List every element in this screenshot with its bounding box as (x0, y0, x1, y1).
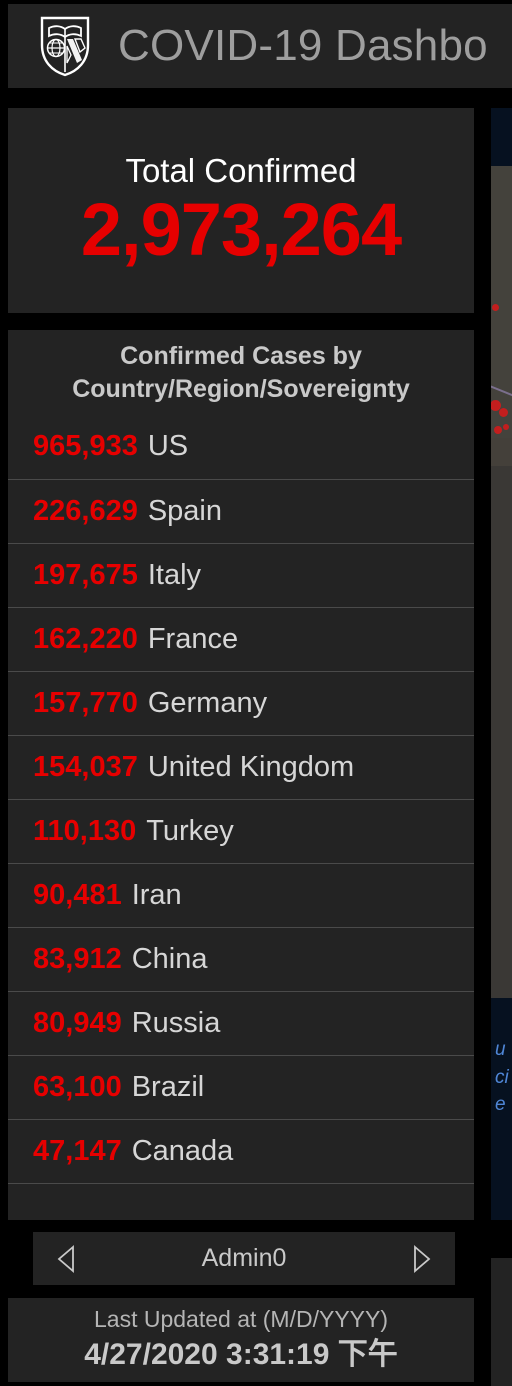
map-landmass (491, 166, 512, 466)
map-case-marker[interactable] (492, 304, 499, 311)
table-row[interactable]: 162,220 France (8, 606, 474, 671)
row-country-name: Iran (131, 878, 182, 911)
list-title: Confirmed Cases by Country/Region/Sovere… (8, 330, 474, 415)
row-country-name: US (147, 430, 189, 462)
world-map-panel[interactable]: u ci e (491, 108, 512, 1220)
row-case-count: 965,933 (33, 430, 138, 462)
table-row[interactable]: 83,912 China (8, 926, 474, 991)
total-confirmed-value: 2,973,264 (80, 187, 402, 271)
map-link-line2: ci (495, 1066, 509, 1088)
admin-level-pager[interactable]: Admin0 (33, 1232, 455, 1285)
map-source-link[interactable]: u ci e (495, 1036, 512, 1119)
row-country-name: Canada (131, 1134, 234, 1167)
map-landmass-lower (491, 438, 512, 998)
row-case-count: 157,770 (33, 686, 138, 719)
map-case-marker[interactable] (503, 424, 509, 430)
secondary-right-panel (491, 1258, 512, 1386)
triangle-right-icon[interactable] (411, 1244, 433, 1273)
list-title-line1: Confirmed Cases by (120, 342, 362, 370)
table-row[interactable]: 80,949 Russia (8, 990, 474, 1055)
country-rows: 965,933 US 226,629 Spain 197,675 Italy 162,220… (8, 415, 474, 1221)
row-country-name: Russia (131, 1006, 221, 1039)
table-row[interactable]: 157,770 Germany (8, 670, 474, 735)
row-case-count: 90,481 (33, 878, 122, 911)
row-case-count: 63,100 (33, 1070, 122, 1103)
row-case-count: 83,912 (33, 942, 122, 975)
row-country-name: Germany (147, 686, 268, 719)
total-confirmed-label: Total Confirmed (125, 151, 357, 189)
table-row[interactable]: 154,037 United Kingdom (8, 734, 474, 799)
row-case-count: 197,675 (33, 558, 138, 591)
table-row[interactable]: 47,147 Canada (8, 1118, 474, 1183)
page-title: COVID-19 Dashbo (118, 21, 488, 70)
row-case-count: 110,130 (33, 814, 137, 847)
table-row[interactable]: 226,629 Spain (8, 478, 474, 543)
map-case-marker[interactable] (499, 408, 508, 417)
row-country-name: Spain (147, 494, 222, 527)
table-row[interactable]: 197,675 Italy (8, 542, 474, 607)
list-title-line2: Country/Region/Sovereignty (72, 375, 410, 404)
table-row[interactable]: 110,130 Turkey (8, 798, 474, 863)
app-header: COVID-19 Dashbo (8, 4, 512, 88)
table-row[interactable]: 90,481 Iran (8, 862, 474, 927)
map-link-line3: e (495, 1094, 506, 1116)
pager-label: Admin0 (201, 1244, 287, 1272)
row-country-name: China (131, 942, 208, 975)
row-country-name: Brazil (131, 1070, 205, 1103)
row-case-count: 80,949 (33, 1006, 122, 1039)
confirmed-cases-list-panel[interactable]: Confirmed Cases by Country/Region/Sovere… (8, 330, 474, 1220)
row-case-count: 226,629 (33, 494, 138, 527)
row-case-count: 154,037 (33, 750, 138, 783)
map-case-marker[interactable] (494, 426, 502, 434)
total-confirmed-panel: Total Confirmed 2,973,264 (8, 108, 474, 313)
row-case-count: 162,220 (33, 622, 138, 655)
row-case-count: 47,147 (33, 1134, 122, 1167)
row-country-name: United Kingdom (147, 750, 355, 783)
last-updated-value: 4/27/2020 3:31:19 下午 (84, 1338, 398, 1372)
table-row[interactable]: 965,933 US (8, 415, 474, 479)
row-country-name: Italy (147, 558, 202, 591)
triangle-left-icon[interactable] (55, 1244, 77, 1273)
table-row[interactable] (8, 1182, 474, 1221)
map-link-line1: u (495, 1039, 506, 1060)
table-row[interactable]: 63,100 Brazil (8, 1054, 474, 1119)
last-updated-label: Last Updated at (M/D/YYYY) (93, 1306, 388, 1333)
jhu-shield-logo (40, 16, 90, 77)
dashboard-root: COVID-19 Dashbo Total Confirmed 2,973,26… (0, 0, 512, 1386)
row-country-name: France (147, 622, 239, 655)
row-country-name: Turkey (146, 814, 234, 847)
last-updated-panel: Last Updated at (M/D/YYYY) 4/27/2020 3:3… (8, 1298, 474, 1382)
